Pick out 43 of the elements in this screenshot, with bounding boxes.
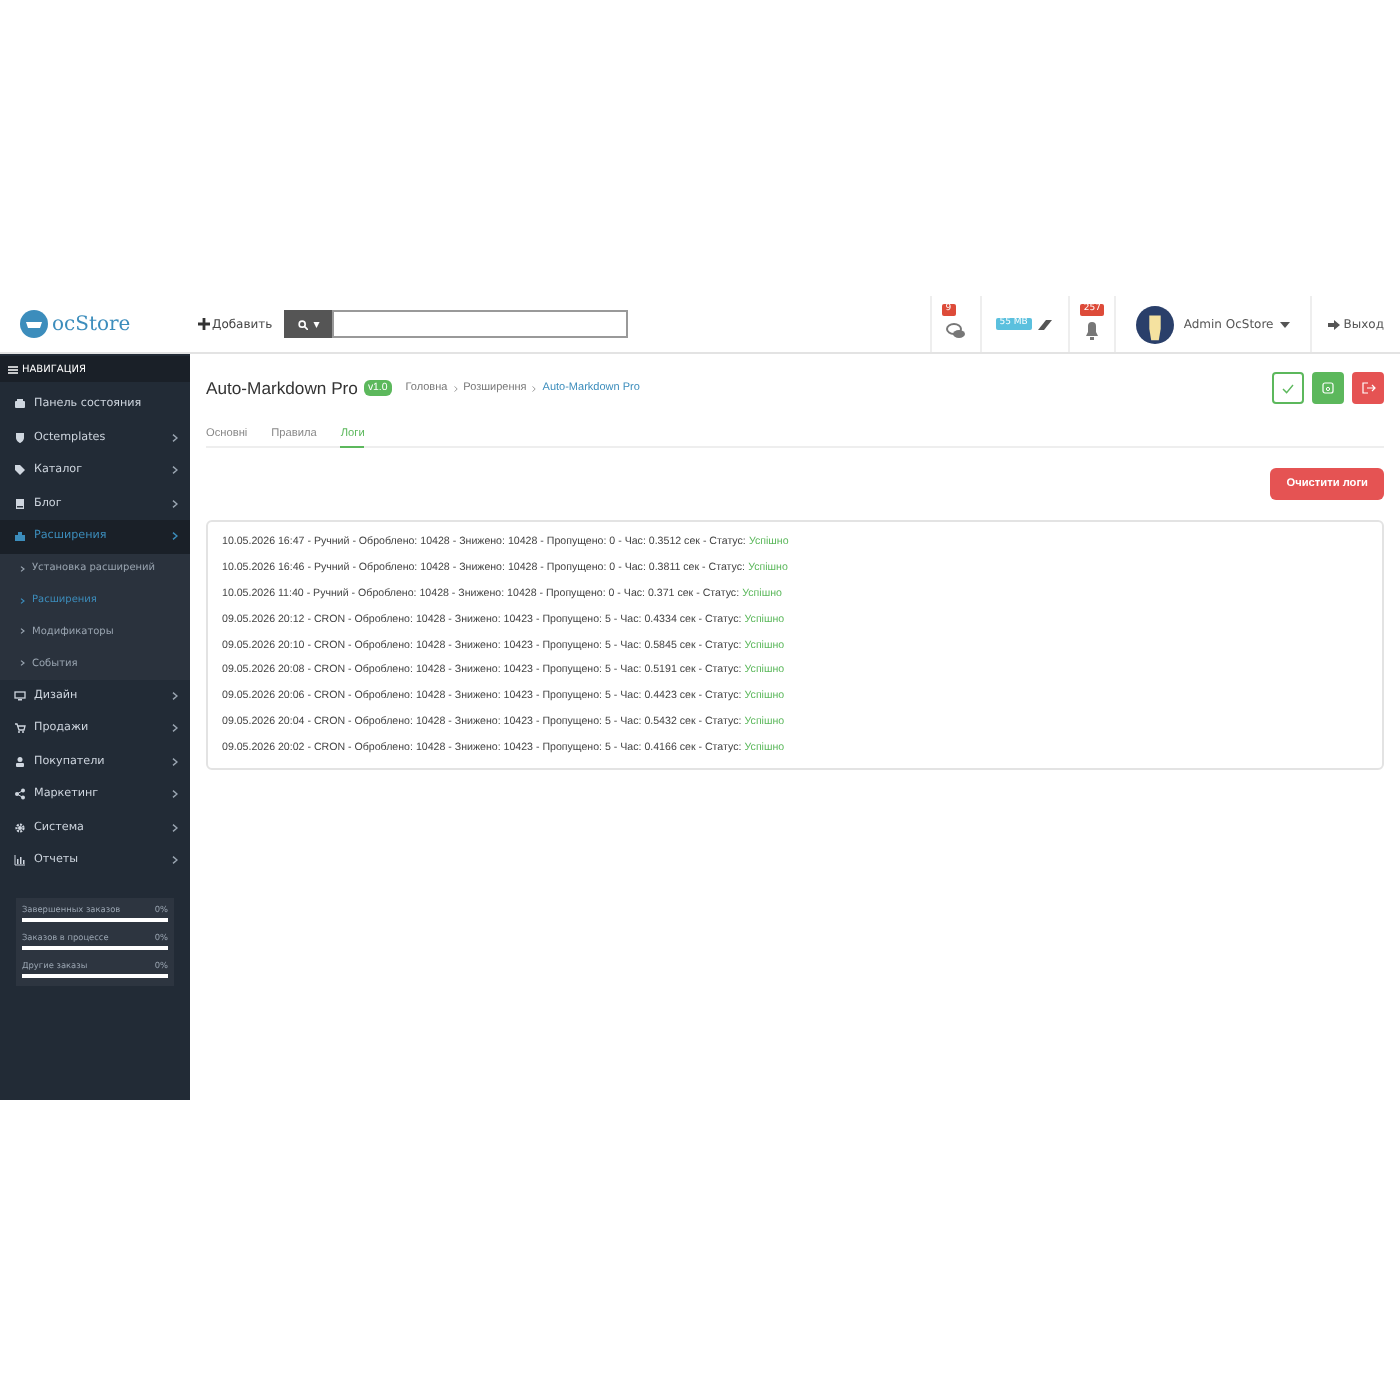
chevron-icon — [172, 532, 178, 541]
chevron-icon — [172, 724, 178, 733]
logo-icon — [20, 310, 48, 338]
caret-icon — [1279, 321, 1290, 327]
chevron-icon — [172, 466, 178, 475]
search-icon — [297, 319, 308, 329]
user-icon — [14, 755, 26, 768]
save-icon — [1322, 382, 1334, 394]
exit-button[interactable] — [1352, 372, 1384, 404]
chevron-icon — [172, 790, 178, 799]
chevron-icon — [172, 499, 178, 508]
plus-icon — [198, 318, 210, 330]
chevron-icon — [20, 597, 26, 604]
cart-icon — [14, 722, 26, 735]
logout-icon — [1327, 319, 1340, 329]
chevron-icon — [20, 565, 26, 572]
exit-icon — [1361, 382, 1375, 394]
chevron-icon — [172, 757, 178, 766]
book-icon — [14, 497, 26, 510]
settings-icon — [14, 821, 26, 834]
search-field[interactable] — [332, 310, 629, 338]
chat-icon[interactable] — [945, 321, 966, 339]
chevron-icon — [172, 823, 178, 832]
chevron-icon — [20, 628, 26, 635]
bell-icon[interactable] — [1083, 319, 1100, 339]
confirm-button[interactable] — [1272, 372, 1304, 404]
avatar[interactable] — [1135, 305, 1174, 343]
chevron-icon — [172, 856, 178, 865]
share-icon — [14, 788, 26, 801]
chevron-icon — [172, 433, 178, 442]
tag-icon — [14, 464, 26, 477]
check-icon — [1282, 383, 1294, 393]
logo-text[interactable]: ocStore — [52, 313, 131, 335]
page-title: Auto-Markdown Pro — [206, 378, 358, 398]
chevron-icon — [453, 385, 458, 391]
chevron-icon — [172, 691, 178, 700]
chart-icon — [14, 854, 26, 867]
chevron-icon — [20, 660, 26, 667]
chevron-icon — [532, 385, 537, 391]
shield-icon — [14, 431, 26, 444]
monitor-icon — [14, 689, 26, 702]
eraser-icon[interactable] — [1035, 317, 1054, 331]
menu-icon — [8, 365, 18, 373]
